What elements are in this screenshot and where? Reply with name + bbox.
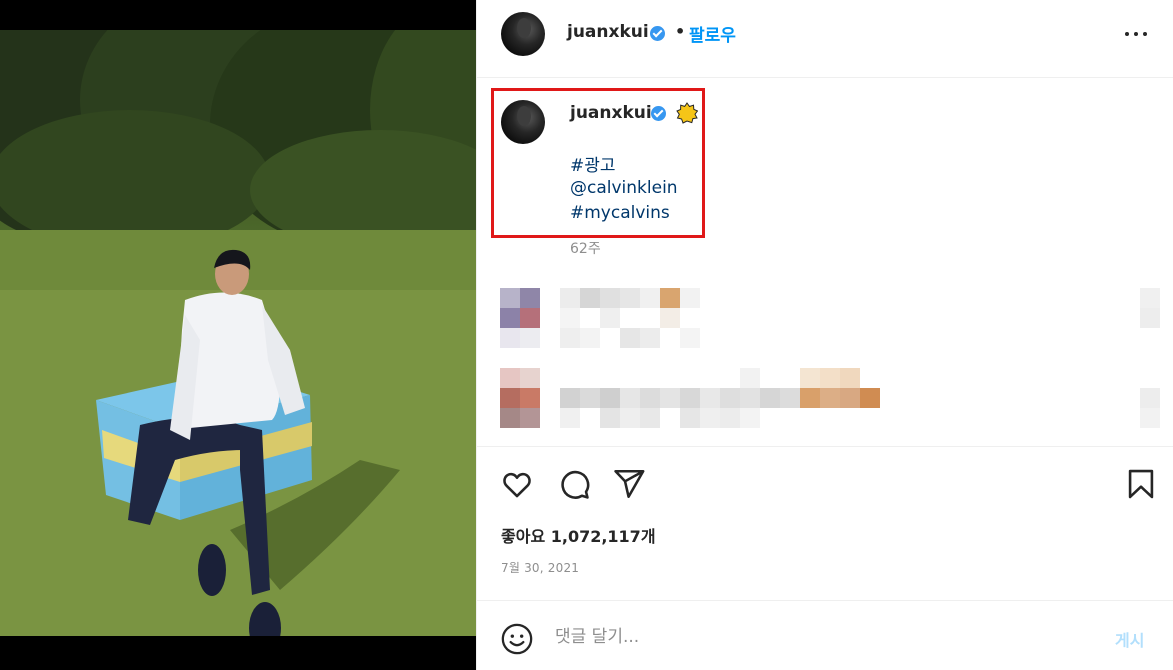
- post-actions: 좋아요 1,072,117개 7월 30, 2021: [477, 446, 1173, 600]
- post-detail-panel: juanxkui • 팔로우 juanxkui #광고 @calvinklein…: [476, 0, 1173, 670]
- caption-mention-calvinklein[interactable]: @calvinklein: [570, 178, 678, 198]
- sun-badge-icon: [676, 102, 698, 124]
- post-photo[interactable]: [0, 30, 476, 636]
- header-separator: •: [675, 22, 686, 41]
- header-username[interactable]: juanxkui: [567, 22, 649, 42]
- comment-input[interactable]: [555, 619, 1095, 655]
- like-count-text: 좋아요 1,072,117개: [501, 527, 656, 546]
- like-count[interactable]: 좋아요 1,072,117개: [501, 523, 656, 547]
- post-comment-button[interactable]: 게시: [1115, 627, 1144, 651]
- bookmark-icon[interactable]: [1126, 467, 1156, 501]
- verified-badge-icon: [650, 26, 665, 41]
- post-age: 62주: [570, 241, 601, 257]
- caption-avatar[interactable]: [501, 100, 545, 144]
- post-header: juanxkui • 팔로우: [477, 0, 1173, 78]
- caption-hashtag-ad[interactable]: #광고: [570, 151, 616, 176]
- post-photo-illustration: [0, 30, 476, 636]
- comment-icon[interactable]: [557, 467, 591, 501]
- emoji-icon[interactable]: [500, 622, 534, 656]
- caption-hashtag-mycalvins[interactable]: #mycalvins: [570, 203, 670, 223]
- heart-icon[interactable]: [500, 467, 534, 501]
- avatar[interactable]: [501, 12, 545, 56]
- more-options-icon[interactable]: [1122, 26, 1150, 42]
- comment-form: 게시: [477, 600, 1173, 670]
- share-icon[interactable]: [612, 467, 646, 501]
- caption-username[interactable]: juanxkui: [570, 103, 652, 123]
- comments-list: [477, 282, 1173, 447]
- follow-button[interactable]: 팔로우: [689, 21, 736, 46]
- verified-badge-icon: [651, 106, 666, 121]
- post-date[interactable]: 7월 30, 2021: [501, 559, 579, 576]
- post-photo-panel: [0, 0, 476, 670]
